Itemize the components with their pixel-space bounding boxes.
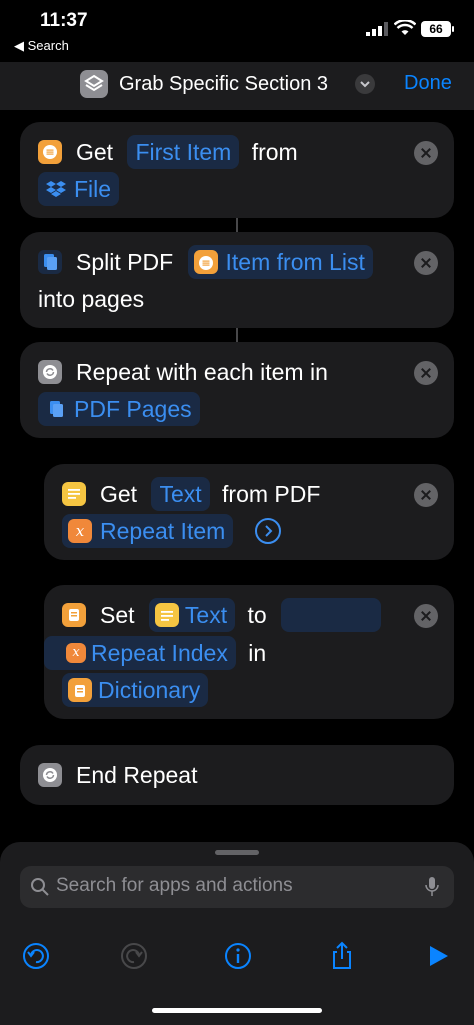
text-key-parameter[interactable]: Text [148,598,236,632]
repeat-item-parameter[interactable]: x Repeat Item [62,514,234,548]
repeat-icon [38,763,62,787]
action-row: into pages [38,282,144,316]
dictionary-label: Dictionary [98,677,201,703]
action-row: Dictionary [62,673,209,707]
wifi-icon [394,20,416,35]
document-icon [38,250,62,274]
action-row: Get Text from PDF [100,477,320,511]
delete-action-icon[interactable] [414,483,438,507]
shortcut-layers-icon[interactable] [80,70,108,98]
delete-action-icon[interactable] [414,604,438,628]
list-item-parameter[interactable]: Item from List [187,245,373,279]
repeat-item-label: Repeat Item [100,518,226,544]
item-parameter[interactable]: First Item [127,135,240,169]
play-icon[interactable] [422,940,454,972]
action-word: to [247,602,267,628]
text-icon [62,482,86,506]
variable-icon: x [66,642,86,663]
search-icon [31,878,49,896]
document-icon [50,400,63,417]
action-word: from [251,139,298,165]
delete-action-icon[interactable] [414,361,438,385]
variable-icon: x [68,518,92,543]
share-icon[interactable] [326,940,358,972]
battery-indicator: 66 [421,21,454,37]
info-icon[interactable] [222,940,254,972]
cellular-signal-icon [366,22,388,36]
dropbox-icon [46,180,66,197]
action-row: Split PDF Item from List [76,245,373,279]
value-empty-parameter[interactable] [281,598,382,632]
dictionary-icon [68,677,92,702]
text-key-label: Text [184,602,228,628]
text-parameter[interactable]: Text [151,477,210,511]
action-row: End Repeat [76,758,197,792]
text-icon [154,602,179,627]
dictionary-parameter[interactable]: Dictionary [62,673,209,707]
back-to-search-link[interactable]: ◀ Search [14,38,69,54]
action-verb: Get [100,481,138,507]
connector [236,218,238,232]
file-parameter-label: File [74,176,112,202]
search-placeholder: Search for apps and actions [56,875,293,896]
chevron-down-icon[interactable] [355,74,375,94]
action-row: File [38,172,120,206]
dictionary-icon [62,603,86,627]
list-icon [193,249,218,274]
microphone-icon[interactable] [425,876,439,898]
list-item-label: Item from List [225,249,365,275]
redo-icon[interactable] [118,940,150,972]
list-icon [38,140,62,164]
action-verb: Set [100,602,135,628]
action-row: x Repeat Item [62,514,282,548]
shortcut-title[interactable]: Grab Specific Section 3 [119,70,328,98]
action-suffix: into pages [38,286,145,312]
file-parameter[interactable]: File [38,172,120,206]
repeat-index-label: Repeat Index [91,640,228,666]
repeat-icon [38,360,62,384]
delete-action-icon[interactable] [414,141,438,165]
chevron-right-circle-icon[interactable] [254,517,282,545]
action-row: Set Text to [100,598,382,632]
action-row: PDF Pages [38,392,200,426]
undo-icon[interactable] [20,940,52,972]
action-verb: Get [76,139,114,165]
home-indicator [152,1008,322,1013]
sheet-grabber[interactable] [215,850,259,855]
action-verb: End Repeat [76,762,198,788]
delete-action-icon[interactable] [414,251,438,275]
status-bar: 11:37 ◀ Search 66 [0,0,474,60]
status-time: 11:37 [40,10,88,31]
action-row: x Repeat Index in [44,636,266,670]
connector [236,328,238,342]
action-row: Get First Item from [76,135,298,169]
action-verb: Repeat with each item in [76,359,328,385]
pdf-pages-label: PDF Pages [74,396,192,422]
done-button[interactable]: Done [404,72,452,95]
action-word: in [248,640,267,666]
action-row: Repeat with each item in [76,355,328,389]
action-verb: Split PDF [76,249,174,275]
pdf-pages-parameter[interactable]: PDF Pages [38,392,200,426]
repeat-index-parameter[interactable]: x Repeat Index [44,636,236,670]
action-word: from PDF [222,481,321,507]
